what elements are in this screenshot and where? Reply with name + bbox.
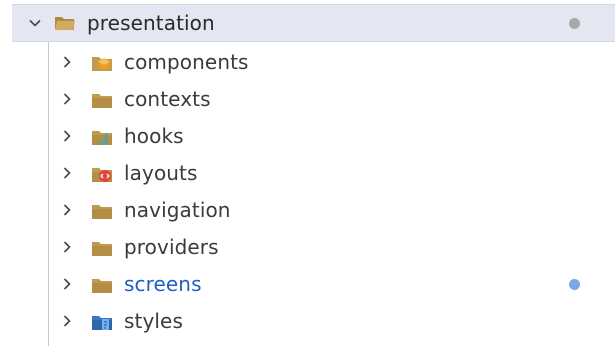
folder-icon — [91, 239, 113, 257]
chevron-right-icon[interactable] — [60, 166, 74, 180]
chevron-right-icon[interactable] — [60, 55, 74, 69]
tree-item-label: layouts — [124, 161, 198, 185]
chevron-right-icon[interactable] — [60, 277, 74, 291]
status-dot — [569, 18, 580, 29]
folder-hooks-icon — [91, 128, 113, 146]
tree-item-label: hooks — [124, 124, 184, 148]
tree-item-label: styles — [124, 309, 183, 333]
tree-item-contexts[interactable]: contexts — [0, 81, 615, 118]
tree-item-label: components — [124, 50, 249, 74]
chevron-right-icon[interactable] — [60, 129, 74, 143]
tree-item-navigation[interactable]: navigation — [0, 192, 615, 229]
tree-item-components[interactable]: components — [0, 44, 615, 81]
folder-open-icon — [54, 14, 76, 32]
chevron-right-icon[interactable] — [60, 92, 74, 106]
tree-item-providers[interactable]: providers — [0, 229, 615, 266]
folder-icon — [91, 276, 113, 294]
tree-item-label: contexts — [124, 87, 211, 111]
chevron-right-icon[interactable] — [60, 203, 74, 217]
chevron-down-icon[interactable] — [28, 16, 42, 30]
chevron-right-icon[interactable] — [60, 240, 74, 254]
folder-styles-icon — [91, 313, 113, 331]
folder-icon — [91, 202, 113, 220]
folder-icon — [91, 91, 113, 109]
tree-item-label: screens — [124, 272, 202, 296]
tree-item-presentation[interactable]: presentation — [12, 4, 615, 42]
folder-components-icon — [91, 54, 113, 72]
tree-item-hooks[interactable]: hooks — [0, 118, 615, 155]
modified-dot — [569, 279, 580, 290]
file-explorer-tree: presentation components contexts hooks l… — [0, 0, 615, 346]
tree-item-label: navigation — [124, 198, 231, 222]
tree-item-layouts[interactable]: layouts — [0, 155, 615, 192]
chevron-right-icon[interactable] — [60, 314, 74, 328]
tree-item-screens[interactable]: screens — [0, 266, 615, 303]
tree-item-label: presentation — [87, 11, 215, 35]
tree-item-label: providers — [124, 235, 219, 259]
tree-item-styles[interactable]: styles — [0, 303, 615, 340]
folder-layouts-icon — [91, 165, 113, 183]
